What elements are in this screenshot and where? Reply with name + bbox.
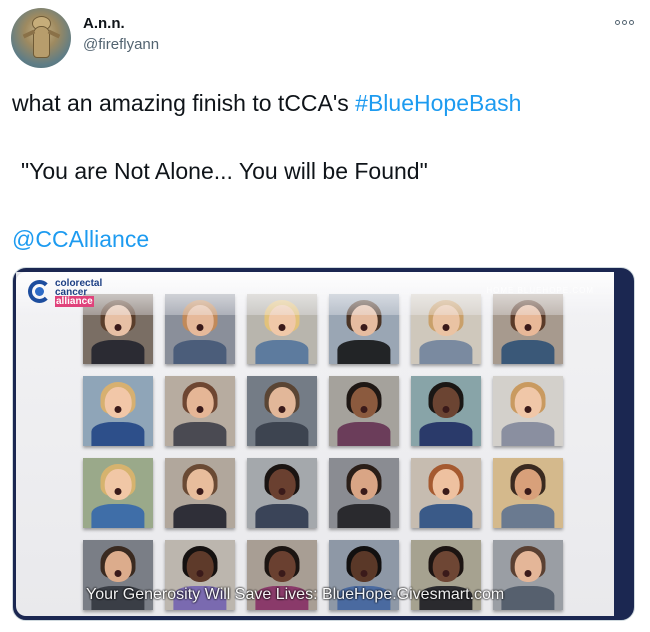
singer-torso xyxy=(255,422,309,446)
singer-face xyxy=(104,469,132,500)
singer-mouth xyxy=(196,570,204,578)
mention-line: @CCAlliance xyxy=(12,226,149,253)
tweet-text-line: what an amazing finish to tCCA's #BlueHo… xyxy=(12,90,521,117)
singer-torso xyxy=(337,340,391,364)
singer-torso xyxy=(337,504,391,528)
singer-torso xyxy=(91,504,145,528)
singer-face xyxy=(432,551,460,582)
singer-tile xyxy=(493,458,563,528)
singer-face xyxy=(350,551,378,582)
singer-mouth xyxy=(360,406,368,414)
singer-mouth xyxy=(278,324,286,332)
singer-face xyxy=(350,387,378,418)
singer-tile xyxy=(329,458,399,528)
singer-torso xyxy=(173,340,227,364)
singer-mouth xyxy=(524,488,532,496)
singer-mouth xyxy=(278,488,286,496)
singer-torso xyxy=(419,340,473,364)
singer-tile xyxy=(411,376,481,446)
video-topbar-links: HOME BLUEHOPE.COM xyxy=(486,286,594,295)
singer-mouth xyxy=(524,406,532,414)
singer-face xyxy=(268,387,296,418)
singer-mouth xyxy=(278,570,286,578)
singer-torso xyxy=(91,340,145,364)
tweet-quote: "You are Not Alone... You will be Found" xyxy=(21,158,428,184)
mention-link[interactable]: @CCAlliance xyxy=(12,226,149,252)
singer-tile xyxy=(247,458,317,528)
singer-mouth xyxy=(196,324,204,332)
singer-mouth xyxy=(114,324,122,332)
cca-logo-dot xyxy=(35,287,44,296)
logo-line: alliance xyxy=(55,296,94,307)
singer-torso xyxy=(501,422,555,446)
singer-mouth xyxy=(114,488,122,496)
video-frame: colorectal cancer alliance HOME BLUEHOPE… xyxy=(16,272,614,616)
singer-mouth xyxy=(442,488,450,496)
tweet-text: what an amazing finish to tCCA's xyxy=(12,90,356,116)
singer-mouth xyxy=(442,570,450,578)
author-handle[interactable]: @fireflyann xyxy=(83,36,159,53)
author-display-name[interactable]: A.n.n. xyxy=(83,15,125,32)
singer-face xyxy=(268,551,296,582)
singer-tile xyxy=(329,376,399,446)
singer-tile xyxy=(247,376,317,446)
singer-face xyxy=(186,551,214,582)
singer-face xyxy=(432,387,460,418)
singer-face xyxy=(268,469,296,500)
singer-torso xyxy=(501,586,555,610)
singer-face xyxy=(186,387,214,418)
hashtag-link[interactable]: #BlueHopeBash xyxy=(355,90,521,116)
singer-tile xyxy=(83,458,153,528)
singer-mouth xyxy=(442,406,450,414)
singer-mouth xyxy=(278,406,286,414)
video-topbar: colorectal cancer alliance HOME BLUEHOPE… xyxy=(16,272,614,315)
singer-face xyxy=(514,551,542,582)
singer-tile xyxy=(411,458,481,528)
singer-mouth xyxy=(360,570,368,578)
cca-logo-text: colorectal cancer alliance xyxy=(55,279,102,307)
avatar[interactable] xyxy=(11,8,71,68)
singer-mouth xyxy=(196,406,204,414)
singer-face xyxy=(186,469,214,500)
video-caption: Your Generosity Will Save Lives: BlueHop… xyxy=(86,586,505,603)
tweet-card: A.n.n. @fireflyann what an amazing finis… xyxy=(0,0,650,632)
singer-mouth xyxy=(442,324,450,332)
singer-mouth xyxy=(196,488,204,496)
singer-torso xyxy=(501,504,555,528)
singer-face xyxy=(514,469,542,500)
singer-tile xyxy=(165,458,235,528)
singer-face xyxy=(514,387,542,418)
singer-mouth xyxy=(114,570,122,578)
tweet-media-video[interactable]: colorectal cancer alliance HOME BLUEHOPE… xyxy=(12,267,635,621)
singer-torso xyxy=(337,422,391,446)
singer-face xyxy=(432,469,460,500)
singer-torso xyxy=(255,504,309,528)
singer-torso xyxy=(501,340,555,364)
more-options-icon[interactable] xyxy=(612,16,636,28)
singer-tile xyxy=(493,376,563,446)
singer-torso xyxy=(173,422,227,446)
singer-mouth xyxy=(524,570,532,578)
singer-mouth xyxy=(524,324,532,332)
singer-tile xyxy=(83,376,153,446)
singer-torso xyxy=(173,504,227,528)
singer-mouth xyxy=(360,324,368,332)
singer-tile xyxy=(165,376,235,446)
singer-face xyxy=(104,387,132,418)
singer-mouth xyxy=(360,488,368,496)
singer-torso xyxy=(419,422,473,446)
singer-face xyxy=(350,469,378,500)
singer-face xyxy=(104,551,132,582)
singer-torso xyxy=(91,422,145,446)
singer-torso xyxy=(419,504,473,528)
singer-torso xyxy=(255,340,309,364)
singer-mouth xyxy=(114,406,122,414)
